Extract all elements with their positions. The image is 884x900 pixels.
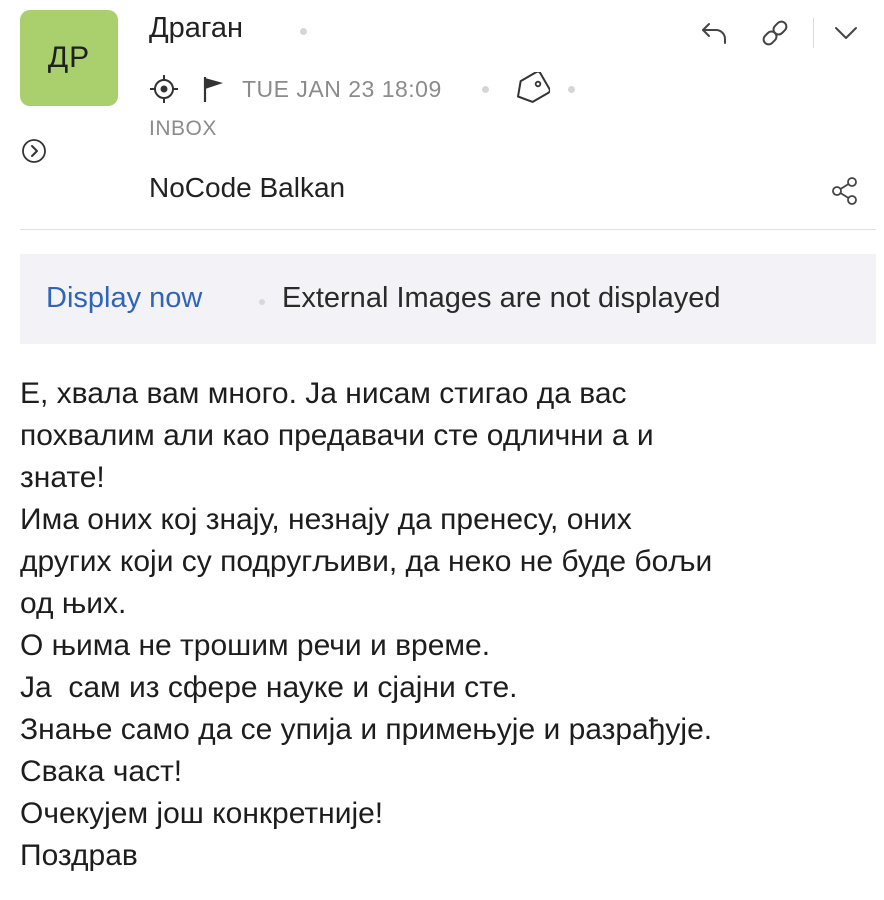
sender-avatar[interactable]: ДР	[20, 10, 118, 106]
body-line: О њима не трошим речи и време.	[20, 629, 491, 662]
tag-icon[interactable]	[512, 72, 550, 106]
body-line: Поздрав	[20, 839, 138, 872]
email-subject: NoCode Balkan	[149, 172, 346, 203]
body-line: знате!	[20, 461, 105, 494]
chevron-down-icon[interactable]	[833, 24, 859, 42]
body-line: Е, хвала вам много. Ја нисам стигао да в…	[20, 377, 627, 410]
body-line: Има оних кој знају, незнају да пренесу, …	[20, 503, 632, 536]
message-body: Е, хвала вам много. Ја нисам стигао да в…	[20, 373, 870, 877]
share-icon[interactable]	[830, 175, 860, 207]
reply-icon[interactable]	[700, 20, 730, 46]
display-now-link[interactable]: Display now	[46, 282, 202, 315]
external-images-banner: Display now External Images are not disp…	[20, 254, 876, 344]
link-icon[interactable]	[758, 16, 792, 50]
folder-label[interactable]: INBOX	[149, 117, 217, 141]
flag-icon[interactable]	[201, 74, 227, 104]
body-line: Свака част!	[20, 755, 183, 788]
separator-dot	[259, 299, 265, 305]
header-divider	[20, 229, 876, 230]
avatar-initials: ДР	[47, 41, 91, 74]
body-line: Ја сам из сфере науке и сјајни сте.	[20, 671, 518, 704]
body-line: других који су подругљиви, да неко не бу…	[20, 545, 713, 578]
body-line: Очекујем још конкретније!	[20, 797, 384, 830]
separator-dot	[300, 28, 307, 35]
separator-dot	[568, 86, 575, 93]
body-line: Знање само да се упија и примењује и раз…	[20, 713, 713, 746]
body-line: од њих.	[20, 587, 127, 620]
external-images-message: External Images are not displayed	[282, 282, 721, 314]
target-icon[interactable]	[149, 74, 179, 104]
chevron-right-circle-icon[interactable]	[21, 138, 47, 164]
body-line: похвалим али као предавачи сте одлични а…	[20, 419, 654, 452]
action-divider	[813, 18, 814, 48]
sender-name[interactable]: Драган	[149, 12, 243, 45]
separator-dot	[482, 86, 489, 93]
message-date: TUE JAN 23 18:09	[242, 76, 442, 102]
